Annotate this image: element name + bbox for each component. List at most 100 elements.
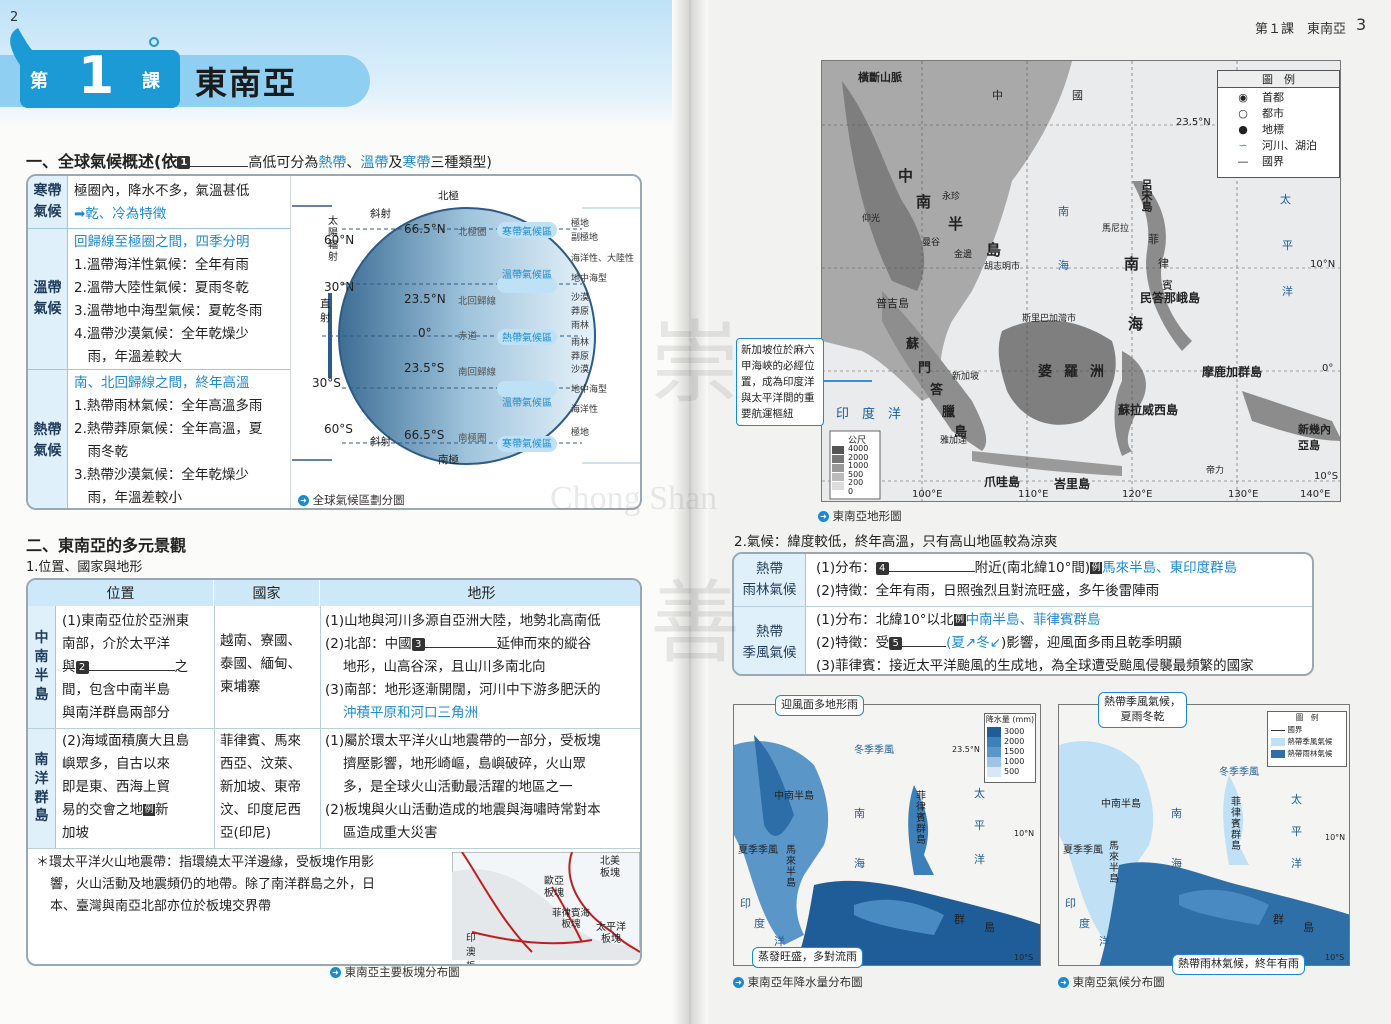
text-part: 之 [174, 659, 189, 675]
blank-line [424, 647, 497, 648]
plate-label: 歐亞 板塊 [544, 876, 564, 899]
blank-number: 4 [875, 561, 889, 575]
line-name: 北極圈 [458, 227, 487, 238]
divider [320, 606, 321, 848]
map-place: 門 [918, 361, 932, 376]
line-name: 南極圈 [458, 433, 487, 444]
text-line: 柬埔寨 [220, 679, 261, 695]
legend-item: 國界 [1271, 724, 1343, 736]
page-number-right: 3 [1356, 15, 1367, 34]
watermark-char: 崇 [650, 311, 740, 416]
text-line: 易的交會之地例新 [62, 799, 189, 822]
legend-item: ◉ 首都 [1224, 90, 1333, 106]
map-place: 洋 [888, 407, 902, 422]
callout-orographic-rain: 迎風面多地形雨 [775, 695, 864, 716]
map-place: 峇里島 [1054, 477, 1091, 491]
text-line: 新加坡、東帝 [220, 779, 301, 795]
map-label: 度 [1079, 917, 1090, 930]
capital-icon: ◉ [1238, 91, 1248, 104]
rainforest-desc: (1)分布： 4 附近(南北緯10°間)例 馬來半島、東印度群島 (2)特徵：全年有雨… [816, 557, 1237, 603]
map-lat: 23.5°N [952, 745, 980, 754]
divider [214, 606, 215, 848]
climate-map-caption: ➜ 東南亞氣候分布圖 [1058, 974, 1165, 990]
map-label: 海 [1171, 857, 1182, 870]
text-line: 泰國、緬甸、 [220, 656, 301, 672]
map-label: 菲律賓群島 [1231, 797, 1241, 852]
map-place: 摩鹿加群島 [1202, 365, 1263, 379]
legend-scale: 3000 2000 1500 1000 500 [985, 725, 1035, 779]
lesson-number: 1 [78, 46, 115, 106]
map-place: 洋 [1282, 285, 1293, 298]
map-place: 律 [1158, 257, 1169, 270]
map-place: 中 [992, 89, 1003, 102]
map-label: 菲律賓群島 [916, 791, 926, 846]
text-line: (3)南部：地形逐漸開闊，河川中下游多肥沃的 [325, 682, 601, 698]
map-lat: 10°N [1325, 833, 1346, 842]
cold-line: ➡乾、冷為特徵 [74, 206, 167, 222]
map-label: 冬季季風 [854, 745, 894, 756]
legend-label: 熱帶雨林氣候 [1287, 749, 1333, 758]
row-label-tropical: 熱帶 氣候 [28, 370, 68, 508]
lat-label: 30°S [312, 376, 341, 390]
legend-swatch [987, 737, 1001, 747]
text-line: (1)分布：北緯10°以北例 中南半島、菲律賓群島 [816, 609, 1254, 632]
map-lat: 10°S [1314, 471, 1339, 482]
tropical-line: 2.熱帶莽原氣候：全年高溫，夏 [74, 421, 263, 437]
tropical-line: 雨，年溫差較小 [74, 490, 182, 506]
circle-label: 23.5°S [404, 361, 445, 375]
caption-text: 東南亞氣候分布圖 [1072, 975, 1165, 989]
plate-map-caption: ➜ 東南亞主要板塊分布圖 [330, 964, 460, 980]
map-place: 新幾內亞島 [1298, 423, 1331, 452]
text-part: 馬來半島、東印度群島 [1102, 560, 1238, 576]
lat-label: 60°N [324, 233, 355, 247]
heading-text: 高低可分為 [248, 155, 319, 171]
legend-item: 熱帶雨林氣候 [1271, 748, 1343, 760]
text-line: (2)板塊與火山活動造成的地震與海嘯時常對本 [325, 802, 601, 818]
blank-number: 1 [177, 156, 191, 169]
temperate-line: 雨，年溫差較大 [74, 349, 182, 365]
river-icon: ∽ [1238, 139, 1248, 152]
tropical-line: 3.熱帶沙漠氣候：全年乾燥少 [74, 467, 249, 483]
map-place: 民答那峨島 [1140, 291, 1201, 305]
tropical-desc: 南、北回歸線之間，終年高溫 1.熱帶雨林氣候：全年高溫多雨 2.熱帶莽原氣候：全… [74, 372, 284, 508]
lesson-title: 東南亞 [195, 64, 298, 102]
monsoon-desc: (1)分布：北緯10°以北例 中南半島、菲律賓群島 (2)特徵：受 5 (夏↗冬↙)影… [816, 609, 1254, 674]
text-part: 與 [62, 659, 76, 675]
map-label: 馬來半島 [1109, 841, 1119, 885]
legend-item: — 國界 [1224, 154, 1333, 170]
oblique-label: 斜射 [370, 436, 391, 448]
legend-title: 圖 例 [1295, 713, 1319, 722]
page-header-right: 第１課 東南亞 [1255, 22, 1347, 37]
publisher-watermark: 崇 Chong Shan 善 [540, 250, 870, 676]
diagram-caption: ➜ 全球氣候區劃分圖 [298, 492, 405, 508]
map-place: 普吉島 [876, 297, 909, 310]
climate-type: 極地 [571, 219, 590, 229]
blank-number: 2 [75, 660, 89, 674]
map-label: 馬來半島 [786, 845, 796, 889]
precipitation-map: 降水量 (mm) 3000 2000 1500 1000 500 中南半島 菲律… [733, 704, 1041, 966]
precip-map-caption: ➜ 東南亞年降水量分布圖 [733, 974, 863, 990]
legend-swatch [987, 757, 1001, 767]
direct-label: 直 射 [320, 298, 331, 324]
example-mark: 例 [1090, 562, 1103, 574]
map-label: 太 [974, 787, 985, 800]
map-place: 曼谷 [922, 238, 941, 248]
legend-value: 1500 [1004, 747, 1025, 756]
border-icon: — [1237, 155, 1249, 168]
cold-desc: 極圈內，降水不多，氣溫甚低 ➡乾、冷為特徵 [74, 180, 284, 226]
text-line: (2)特徵：全年有雨，日照強烈且對流旺盛，多午後雷陣雨 [816, 583, 1160, 599]
arrow-circle-icon: ➜ [1058, 977, 1069, 988]
line-name: 北回歸線 [458, 296, 497, 307]
map-label: 夏季季風 [1063, 845, 1103, 856]
circle-label: 66.5°S [404, 428, 445, 442]
legend-items: ◉ 首都 ○ 都市 ● 地標 ∽ 河川、湖泊 — 國界 [1218, 88, 1339, 172]
text-line: (1)屬於環太平洋火山地震帶的一部分，受板塊 [325, 733, 601, 749]
caption-text: 東南亞年降水量分布圖 [747, 975, 863, 989]
legend-label: 首都 [1262, 91, 1284, 104]
blank-number: 3 [411, 637, 425, 651]
text-line: 菲律賓、馬來 [220, 733, 301, 749]
text-line: 與南洋群島兩部分 [62, 705, 170, 721]
temperate-line: 3.溫帶地中海型氣候：夏乾冬雨 [74, 303, 263, 319]
text-part: 易的交會之地 [62, 802, 143, 818]
map-place: 金邊 [954, 250, 973, 260]
